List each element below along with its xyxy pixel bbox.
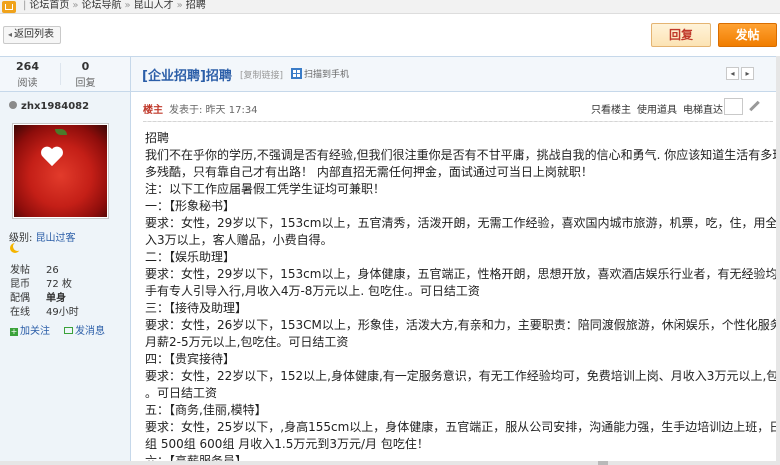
avatar[interactable] — [12, 123, 109, 219]
post-line: 多残酷，只有靠自己才有出路！ 内部直招无需任何押金，面试通过可当日上岗就职！ — [145, 165, 593, 179]
home-icon[interactable] — [2, 1, 16, 13]
thread-title: [企业招聘]招聘 — [142, 69, 232, 84]
avatar-image — [14, 125, 107, 217]
scan-to-phone-link[interactable]: 扫描到手机 — [291, 67, 349, 80]
post-line: 一：【形象秘书】 — [145, 199, 236, 213]
post-body: 招聘 我们不在乎你的学历,不强调是否有经验,但我们很注重你是否有不甘平庸，挑战自… — [145, 130, 780, 465]
post-line: 注：以下工作应届暑假工凭学生证均可兼职！ — [145, 182, 386, 196]
author-name[interactable]: zhx1984082 — [9, 101, 89, 112]
wrench-icon[interactable] — [748, 100, 760, 112]
post-line: 五：【商务,佳丽,模特】 — [145, 403, 267, 417]
divider — [143, 121, 773, 122]
reply-button[interactable]: 回复 — [651, 23, 711, 47]
horizontal-scrollbar[interactable] — [0, 461, 780, 465]
owner-badge: 楼主 — [143, 105, 163, 116]
post-line: 组 500组 600组 月收入1.5万元到3万元/月 包吃住！ — [145, 437, 429, 451]
stat-key: 在线 — [10, 307, 30, 318]
post-line: 入3万以上，客人赠品，小费自得。 — [145, 233, 333, 247]
breadcrumb-separator: » — [72, 0, 79, 11]
jump-to-floor-link[interactable]: 电梯直达 — [683, 105, 723, 116]
new-post-button[interactable]: 发帖 — [718, 23, 777, 47]
floor-input[interactable] — [724, 98, 743, 115]
post-time: 发表于: 昨天 17:34 — [169, 105, 258, 116]
views-stat: 264 阅读 — [0, 60, 55, 89]
breadcrumb-separator: » — [124, 0, 131, 11]
scan-to-phone-label: 扫描到手机 — [304, 70, 350, 80]
post-line: 我们不在乎你的学历,不强调是否有经验,但我们很注重你是否有不甘平庸，挑战自我的信… — [145, 148, 780, 162]
follow-button[interactable]: + 加关注 — [10, 322, 50, 337]
scrollbar-thumb[interactable] — [598, 461, 608, 465]
breadcrumb-item[interactable]: 论坛首页 — [29, 0, 69, 11]
only-owner-link[interactable]: 只看楼主 — [591, 105, 631, 116]
copy-link[interactable]: [复制链接] — [240, 68, 283, 81]
apple-leaf — [55, 129, 67, 135]
send-message-button[interactable]: 发消息 — [64, 322, 105, 337]
post-line: 二：【娱乐助理】 — [145, 250, 236, 264]
breadcrumb: | 论坛首页» 论坛导航» 昆山人才» 招聘 — [0, 0, 780, 14]
follow-label: 加关注 — [20, 326, 50, 337]
thread-header: 264 阅读 0 回复 [企业招聘]招聘 [复制链接] 扫描到手机 ◂ ▸ — [0, 56, 780, 92]
stat-key: 昆币 — [10, 279, 30, 290]
post-line: 招聘 — [145, 131, 170, 145]
back-to-list-button[interactable]: ◂ 返回列表 — [3, 26, 62, 44]
vertical-scrollbar[interactable] — [776, 56, 780, 465]
breadcrumb-item[interactable]: 招聘 — [186, 0, 206, 11]
prev-thread-button[interactable]: ◂ — [726, 67, 739, 80]
views-label: 阅读 — [17, 78, 38, 89]
back-label: 返回列表 — [14, 29, 55, 40]
author-stat-row: 在线 49小时 — [10, 303, 79, 318]
post-line: 要求：女性，29岁以下，153cm以上，五官清秀，活泼开朗，无需工作经验，喜欢国… — [145, 216, 780, 230]
user-icon — [9, 101, 17, 109]
chevron-left-icon: ◂ — [730, 69, 735, 78]
post-line: 要求：女性，25岁以下，,身高155cm以上，身体健康，五官端正，服从公司安排，… — [145, 420, 780, 434]
heart-icon — [41, 147, 63, 169]
post-line: 要求：女性，22岁以下，152以上,身体健康,有一定服务意识，有无工作经验均可，… — [145, 369, 780, 383]
thread-stats: 264 阅读 0 回复 — [0, 57, 131, 91]
breadcrumb-separator: | — [23, 0, 27, 11]
stat-value: 49小时 — [46, 307, 79, 318]
views-count: 264 — [16, 60, 39, 73]
stat-key: 发帖 — [10, 265, 30, 276]
use-item-link[interactable]: 使用道具 — [637, 105, 677, 116]
post-tools: 只看楼主 使用道具 电梯直达 — [591, 101, 729, 116]
author-stat-row: 昆币 72 枚 — [10, 275, 72, 290]
breadcrumb-item[interactable]: 昆山人才 — [134, 0, 174, 11]
level-value[interactable]: 昆山过客 — [36, 233, 76, 244]
post-line: 四：【贵宾接待】 — [145, 352, 236, 366]
post-line: 。可日结工资 — [145, 386, 218, 400]
stat-key: 配偶 — [10, 293, 30, 304]
chevron-right-icon: ▸ — [745, 69, 750, 78]
post-line: 三：【接待及助理】 — [145, 301, 248, 315]
replies-label: 回复 — [75, 78, 96, 89]
moon-icon — [10, 242, 22, 253]
author-stat-row: 发帖 26 — [10, 261, 59, 276]
breadcrumb-separator: » — [176, 0, 183, 11]
stat-value: 72 枚 — [46, 279, 72, 290]
post-line: 月薪2-5万元以上,包吃住。可日结工资 — [145, 335, 349, 349]
arrow-left-icon: ◂ — [8, 30, 13, 39]
post-line: 要求：女性，26岁以下，153CM以上，形象佳，活泼大方,有亲和力，主要职责：陪… — [145, 318, 780, 332]
mail-icon — [64, 327, 73, 334]
plus-icon: + — [10, 327, 18, 336]
author-panel: zhx1984082 级别: 昆山过客 发帖 26 昆币 72 枚 配偶 单身 在线 4… — [0, 92, 131, 465]
replies-count: 0 — [81, 60, 90, 73]
replies-stat: 0 回复 — [58, 60, 113, 89]
next-thread-button[interactable]: ▸ — [741, 67, 754, 80]
breadcrumb-item[interactable]: 论坛导航 — [82, 0, 122, 11]
author-stat-row: 配偶 单身 — [10, 289, 66, 304]
post-line: 手有专人引导入行,月收入4万-8万元以上. 包吃住.。可日结工资 — [145, 284, 480, 298]
post-line: 要求：女性，29岁以下，153cm以上，身体健康，五官端正，性格开朗，思想开放，… — [145, 267, 780, 281]
post-meta: 楼主 发表于: 昨天 17:34 — [143, 101, 258, 116]
qr-code-icon — [291, 68, 302, 79]
stat-value: 单身 — [46, 293, 66, 304]
send-message-label: 发消息 — [75, 326, 105, 337]
author-name-text: zhx1984082 — [21, 101, 90, 112]
